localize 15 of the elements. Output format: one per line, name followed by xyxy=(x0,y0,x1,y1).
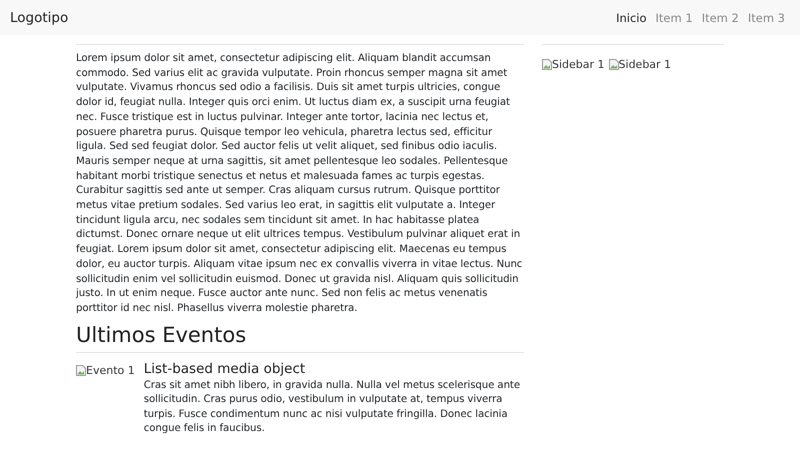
nav-link[interactable]: Item 1 xyxy=(656,10,693,24)
media-title: List-based media object xyxy=(144,360,306,377)
brand-logo[interactable]: Logotipo xyxy=(10,10,68,26)
image-alt-text: Sidebar 1 xyxy=(552,58,605,70)
broken-image-icon xyxy=(76,364,86,376)
body-paragraph: Lorem ipsum dolor sit amet, consectetur adipiscing elit. Aliquam blandit accumsan commodo. Sed varius elit ac gravida vulputate. Proin rhoncus semper magna sit amet vulputate. Vivamus rhoncus sed odio a facilisis. Duis sit amet turpis ultricies, congue dolor id, feugiat nulla. Integer quis orci enim. Ut luctus diam ex, a suscipit urna feugiat nec. Fusce tristique est in luctus pulvinar. Integer ante tortor, lacinia nec lectus et, posuere pharetra purus. Quisque tempor leo vehicula, pharetra lectus sed, efficitur ligula. Sed sed feugiat dolor. Sed auctor felis ut velit aliquet, sed finibus odio iaculis. Mauris semper neque at urna sagittis, sit amet pellentesque leo sodales. Pellentesque habitant morbi tristique senectus et netus et malesuada fames ac turpis egestas. Curabitur sagittis sed ante ut semper. Cras aliquam cursus rutrum. Quisque porttitor metus vitae pretium sodales. Sed varius leo erat, in sagittis elit vulputate a. Integer tincidunt ligula arcu, nec sodales sem tincidunt sit amet. In hac habitasse platea dictumst. Donec ornare neque ut elit ultrices tempus. Vestibulum pulvinar aliquet erat in feugiat. Lorem ipsum dolor sit amet, consectetur adipiscing elit. Maecenas eu tempus dolor, eu auctor turpis. Aliquam vitae ipsum nec ex convallis viverra in vitae lectus. Nunc sollicitudin enim vel sollicitudin euismod. Donec ut gravida nisl. Aliquam quis sollicitudin justo. In ut enim neque. Fusce auctor ante nunc. Sed non felis ac metus venenatis porttitor id nec nisl. Phasellus viverra molestie pharetra. xyxy=(76,52,524,316)
section-heading: Ultimos Eventos xyxy=(76,322,524,353)
media-body: Cras sit amet nibh libero, in gravida nulla. Nulla vel metus scelerisque ante sollicitudin. Cras purus odio, vestibulum in vulputate at, tempus viverra turpis. Fusce condimentum nunc ac nisi vulputate fringilla. Donec lacinia congue felis in faucibus. xyxy=(144,378,521,436)
broken-image-icon xyxy=(542,58,552,70)
nav-link[interactable]: Item 2 xyxy=(702,10,739,24)
broken-image-icon xyxy=(608,58,619,70)
nav-link[interactable]: Item 3 xyxy=(748,10,785,24)
image-alt-text: Evento 1 xyxy=(86,364,135,377)
image-alt-text: Sidebar 1 xyxy=(618,58,672,70)
nav-link[interactable]: Inicio xyxy=(616,10,647,24)
